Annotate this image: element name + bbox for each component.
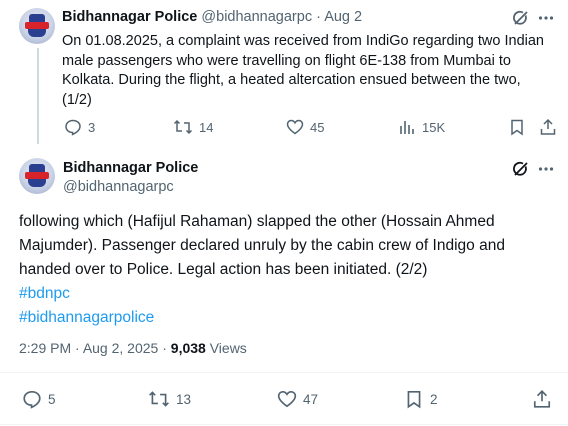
grok-icon[interactable] (512, 160, 530, 183)
divider (0, 424, 568, 425)
divider (0, 372, 568, 373)
reply-button[interactable]: 3 (64, 118, 95, 136)
hashtag-bidhannagarpolice[interactable]: #bidhannagarpolice (19, 306, 549, 330)
bookmark-button[interactable]: 2 (404, 389, 438, 409)
police-badge-logo (29, 14, 45, 22)
more-icon[interactable] (537, 9, 555, 32)
like-count: 47 (303, 391, 319, 407)
tweet1-text: On 01.08.2025, a complaint was received … (62, 33, 544, 108)
tweet2-text: following which (Hafijul Rahaman) slappe… (19, 213, 505, 278)
tweet-date[interactable]: Aug 2 (324, 9, 362, 25)
repost-icon (173, 118, 193, 136)
separator-dot: · (316, 9, 321, 25)
repost-count: 14 (199, 119, 214, 135)
share-icon (532, 389, 552, 409)
tweet-time[interactable]: 2:29 PM (19, 340, 71, 356)
tweet1-header: Bidhannagar Police @bidhannagarpc · Aug … (62, 9, 362, 25)
repost-button[interactable]: 13 (148, 389, 191, 409)
thread-line (37, 48, 39, 144)
bookmark-icon (508, 118, 526, 136)
share-icon (539, 118, 557, 136)
police-badge-logo (29, 164, 45, 172)
author-name[interactable]: Bidhannagar Police (62, 9, 197, 25)
views-button[interactable]: 15K (398, 118, 445, 136)
views-count: 15K (422, 119, 446, 135)
more-icon[interactable] (537, 160, 555, 183)
bookmark-button[interactable] (508, 118, 526, 136)
reply-icon (64, 118, 82, 136)
bookmark-count: 2 (430, 391, 438, 407)
share-button[interactable] (532, 389, 552, 409)
author-handle[interactable]: @bidhannagarpc (63, 179, 174, 195)
views-icon (398, 118, 416, 136)
avatar[interactable] (19, 8, 55, 44)
repost-button[interactable]: 14 (173, 118, 213, 136)
like-count: 45 (310, 119, 325, 135)
reply-button[interactable]: 5 (22, 389, 56, 409)
like-icon (286, 118, 304, 136)
views-label: Views (209, 340, 247, 356)
grok-icon[interactable] (512, 9, 530, 32)
author-handle[interactable]: @bidhannagarpc (201, 9, 312, 25)
tweet2-body: following which (Hafijul Rahaman) slappe… (19, 210, 549, 330)
share-button[interactable] (539, 118, 557, 136)
views-count: 9,038 (170, 340, 206, 356)
like-button[interactable]: 47 (277, 389, 318, 409)
reply-icon (22, 389, 42, 409)
reply-count: 5 (48, 391, 56, 407)
repost-icon (148, 389, 170, 409)
avatar[interactable] (19, 158, 55, 194)
tweet-date[interactable]: Aug 2, 2025 (83, 340, 159, 356)
like-button[interactable]: 45 (286, 118, 324, 136)
repost-count: 13 (176, 391, 192, 407)
hashtag-bdnpc[interactable]: #bdnpc (19, 282, 549, 306)
like-icon (277, 389, 297, 409)
reply-count: 3 (88, 119, 96, 135)
tweet-meta: 2:29 PM · Aug 2, 2025 · 9,038 Views (19, 340, 247, 356)
bookmark-icon (404, 389, 424, 409)
author-name[interactable]: Bidhannagar Police (63, 160, 198, 176)
